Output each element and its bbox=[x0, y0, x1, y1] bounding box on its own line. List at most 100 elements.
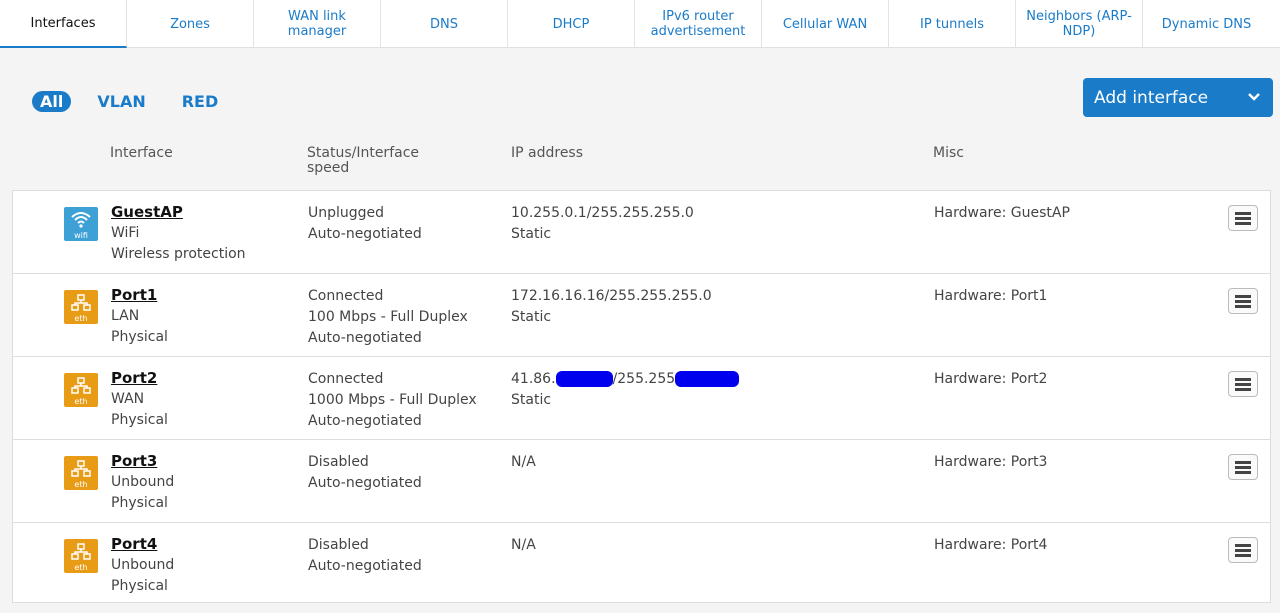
redaction-mark bbox=[675, 371, 740, 387]
tab-zones[interactable]: Zones bbox=[127, 0, 254, 48]
interface-kind: Physical bbox=[111, 329, 168, 345]
interface-details: Unbound Physical bbox=[111, 555, 174, 597]
status-cell: Disabled Auto-negotiated bbox=[308, 535, 422, 577]
filter-all[interactable]: All bbox=[32, 91, 72, 112]
row-menu-button[interactable] bbox=[1228, 537, 1258, 563]
ethernet-icon: eth bbox=[64, 456, 98, 490]
ethernet-icon: eth bbox=[64, 539, 98, 573]
filter-red[interactable]: RED bbox=[182, 92, 219, 111]
ip-cell: 10.255.0.1/255.255.255.0 Static bbox=[511, 203, 694, 245]
row-menu-button[interactable] bbox=[1228, 454, 1258, 480]
ip-address: 172.16.16.16/255.255.255.0 bbox=[511, 288, 712, 304]
wifi-icon: wifi bbox=[64, 207, 98, 241]
interface-zone: WAN bbox=[111, 391, 145, 407]
status-text: Disabled bbox=[308, 454, 369, 470]
tab-cellular-wan[interactable]: Cellular WAN bbox=[762, 0, 889, 48]
interface-type: WiFi bbox=[111, 225, 140, 241]
tab-ipv6-router-advertisement[interactable]: IPv6 router advertisement bbox=[635, 0, 762, 48]
negotiation-text: Auto-negotiated bbox=[308, 413, 422, 429]
column-header-status: Status/Interface speed bbox=[307, 145, 420, 176]
ip-cell: N/A bbox=[511, 535, 536, 556]
ip-address: N/A bbox=[511, 454, 536, 470]
ip-address: 10.255.0.1/255.255.255.0 bbox=[511, 205, 694, 221]
speed-text: Auto-negotiated bbox=[308, 226, 422, 242]
status-text: Disabled bbox=[308, 537, 369, 553]
redaction-mark bbox=[555, 371, 613, 387]
icon-label: eth bbox=[74, 563, 88, 572]
interface-details: LAN Physical bbox=[111, 306, 168, 348]
misc-cell: Hardware: Port3 bbox=[934, 454, 1048, 470]
misc-cell: Hardware: Port4 bbox=[934, 537, 1048, 553]
interface-name-link[interactable]: Port3 bbox=[111, 452, 157, 470]
ip-prefix: 41.86. bbox=[511, 371, 556, 387]
filter-vlan[interactable]: VLAN bbox=[97, 92, 145, 111]
interface-name-link[interactable]: Port2 bbox=[111, 369, 157, 387]
negotiation-text: Auto-negotiated bbox=[308, 558, 422, 574]
tab-wan-link-manager[interactable]: WAN link manager bbox=[254, 0, 381, 48]
status-cell: Connected 1000 Mbps - Full Duplex Auto-n… bbox=[308, 369, 477, 432]
ip-cell: 41.86. /255.255 Static bbox=[511, 369, 740, 411]
interface-name-link[interactable]: Port1 bbox=[111, 286, 157, 304]
ethernet-icon: eth bbox=[64, 290, 98, 324]
misc-cell: Hardware: Port1 bbox=[934, 288, 1048, 304]
icon-label: eth bbox=[74, 314, 88, 323]
row-menu-button[interactable] bbox=[1228, 205, 1258, 231]
tab-dynamic-dns[interactable]: Dynamic DNS bbox=[1143, 0, 1270, 48]
interface-zone: Unbound bbox=[111, 474, 175, 490]
speed-text: 1000 Mbps - Full Duplex bbox=[308, 392, 477, 408]
status-text: Connected bbox=[308, 288, 384, 304]
status-cell: Disabled Auto-negotiated bbox=[308, 452, 422, 494]
speed-text: 100 Mbps - Full Duplex bbox=[308, 309, 468, 325]
interface-details: WAN Physical bbox=[111, 389, 168, 431]
add-interface-button[interactable]: Add interface bbox=[1083, 78, 1273, 117]
tab-bar: Interfaces Zones WAN link manager DNS DH… bbox=[0, 0, 1280, 48]
negotiation-text: Auto-negotiated bbox=[308, 475, 422, 491]
status-cell: Unplugged Auto-negotiated bbox=[308, 203, 422, 245]
tab-neighbors[interactable]: Neighbors (ARP-NDP) bbox=[1016, 0, 1143, 48]
interface-name-link[interactable]: Port4 bbox=[111, 535, 157, 553]
icon-label: eth bbox=[74, 480, 88, 489]
ip-cell: 172.16.16.16/255.255.255.0 Static bbox=[511, 286, 712, 328]
add-interface-label: Add interface bbox=[1094, 87, 1209, 108]
interface-details: Unbound Physical bbox=[111, 472, 174, 514]
tab-ip-tunnels[interactable]: IP tunnels bbox=[889, 0, 1016, 48]
status-cell: Connected 100 Mbps - Full Duplex Auto-ne… bbox=[308, 286, 468, 349]
table-row: eth Port4 Unbound Physical Disabled Auto… bbox=[13, 523, 1270, 606]
table-row: eth Port3 Unbound Physical Disabled Auto… bbox=[13, 440, 1270, 523]
ethernet-icon: eth bbox=[64, 373, 98, 407]
icon-label: eth bbox=[74, 397, 88, 406]
tab-dhcp[interactable]: DHCP bbox=[508, 0, 635, 48]
misc-cell: Hardware: Port2 bbox=[934, 371, 1048, 387]
interface-kind: Physical bbox=[111, 495, 168, 511]
table-row: eth Port2 WAN Physical Connected 1000 Mb… bbox=[13, 357, 1270, 440]
column-header-ip: IP address bbox=[511, 145, 584, 161]
ip-mode: Static bbox=[511, 309, 552, 325]
negotiation-text: Auto-negotiated bbox=[308, 330, 422, 346]
chevron-down-icon bbox=[1248, 93, 1260, 101]
ip-address: N/A bbox=[511, 537, 536, 553]
table-row: eth Port1 LAN Physical Connected 100 Mbp… bbox=[13, 274, 1270, 357]
row-menu-button[interactable] bbox=[1228, 371, 1258, 397]
interfaces-table: wifi GuestAP WiFi Wireless protection Un… bbox=[12, 190, 1271, 603]
interface-kind: Physical bbox=[111, 412, 168, 428]
tab-interfaces[interactable]: Interfaces bbox=[0, 0, 127, 48]
interface-name-link[interactable]: GuestAP bbox=[111, 203, 183, 221]
interface-zone: Unbound bbox=[111, 557, 175, 573]
ip-cell: N/A bbox=[511, 452, 536, 473]
misc-cell: Hardware: GuestAP bbox=[934, 205, 1070, 221]
table-row: wifi GuestAP WiFi Wireless protection Un… bbox=[13, 191, 1270, 274]
interface-kind: Physical bbox=[111, 578, 168, 594]
interface-details: WiFi Wireless protection bbox=[111, 223, 246, 265]
column-header-misc: Misc bbox=[933, 145, 964, 161]
tab-dns[interactable]: DNS bbox=[381, 0, 508, 48]
icon-label: wifi bbox=[74, 231, 88, 240]
interface-kind: Wireless protection bbox=[111, 246, 246, 262]
row-menu-button[interactable] bbox=[1228, 288, 1258, 314]
ip-netmask-prefix: /255.255 bbox=[612, 371, 676, 387]
filter-bar: All VLAN RED bbox=[32, 91, 254, 112]
status-text: Unplugged bbox=[308, 205, 385, 221]
interface-zone: LAN bbox=[111, 308, 140, 324]
status-text: Connected bbox=[308, 371, 384, 387]
ip-mode: Static bbox=[511, 226, 552, 242]
ip-mode: Static bbox=[511, 392, 552, 408]
